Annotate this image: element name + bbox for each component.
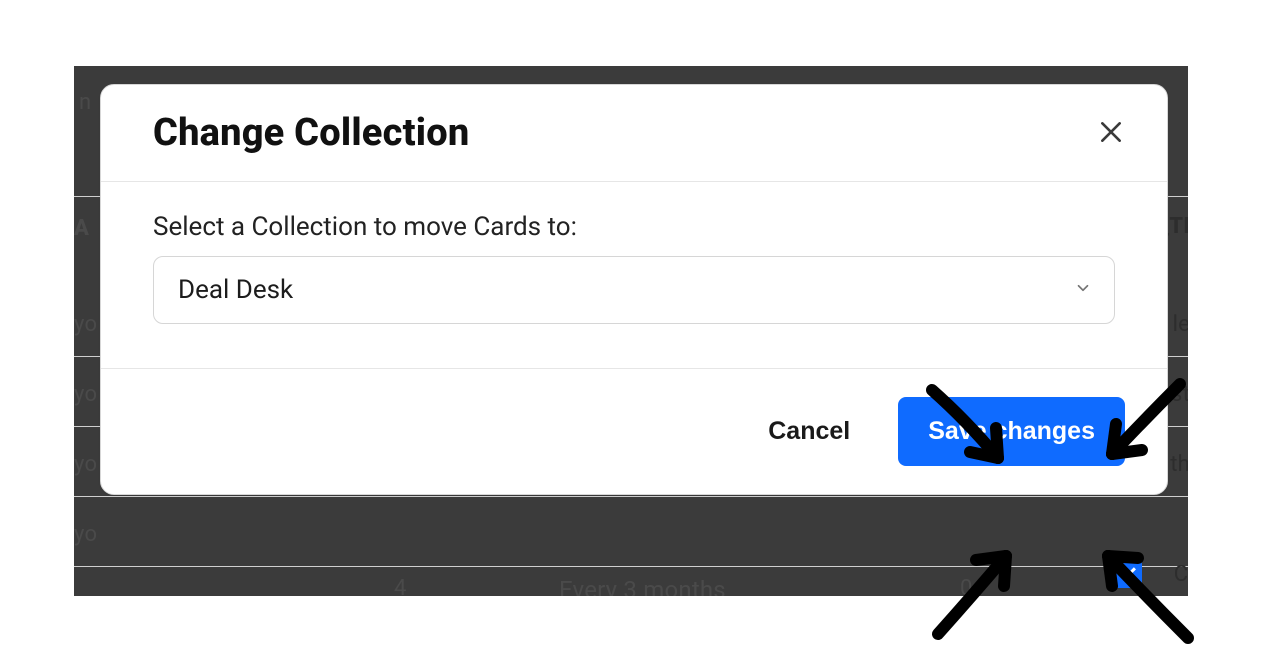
chevron-down-icon [1074, 279, 1092, 301]
modal-footer: Cancel Save changes [101, 369, 1167, 494]
stage: n A yo yo yo yo 4 Every 3 months 0 _TI l… [0, 0, 1280, 650]
collection-select-label: Select a Collection to move Cards to: [153, 212, 1115, 242]
modal-body: Select a Collection to move Cards to: De… [101, 182, 1167, 369]
screenshot-frame: n A yo yo yo yo 4 Every 3 months 0 _TI l… [74, 66, 1188, 596]
close-icon [1098, 119, 1124, 148]
change-collection-modal: Change Collection Select a Collection to… [100, 84, 1168, 495]
collection-select[interactable]: Deal Desk [153, 256, 1115, 324]
modal-title: Change Collection [153, 111, 469, 155]
save-changes-button[interactable]: Save changes [898, 397, 1125, 466]
cancel-button[interactable]: Cancel [764, 403, 854, 460]
close-button[interactable] [1095, 117, 1127, 149]
modal-header: Change Collection [101, 85, 1167, 182]
collection-select-value: Deal Desk [178, 275, 293, 305]
